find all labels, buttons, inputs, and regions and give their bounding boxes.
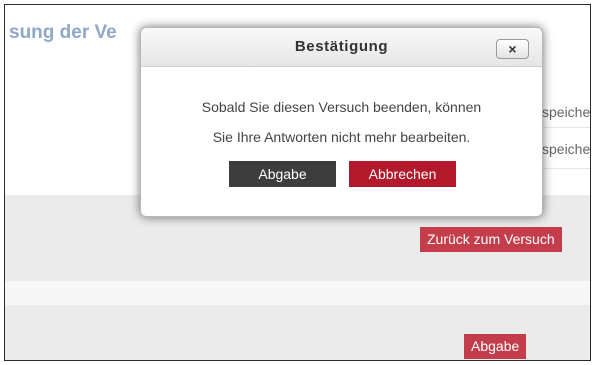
page-title: sung der Ve bbox=[9, 22, 117, 43]
dialog-message-line1: Sobald Sie diesen Versuch beenden, könne… bbox=[201, 99, 482, 115]
spacer-band bbox=[5, 281, 590, 305]
confirm-submit-button[interactable]: Abgabe bbox=[229, 161, 336, 187]
dialog-title: Bestätigung bbox=[294, 38, 389, 55]
cancel-button[interactable]: Abbrechen bbox=[349, 161, 456, 187]
divider bbox=[542, 168, 590, 169]
back-to-attempt-button[interactable]: Zurück zum Versuch bbox=[420, 227, 562, 252]
confirmation-dialog: Bestätigung × Sobald Sie diesen Versuch … bbox=[140, 27, 543, 217]
dialog-header: Bestätigung × bbox=[141, 28, 542, 67]
close-button[interactable]: × bbox=[496, 39, 529, 59]
divider bbox=[542, 127, 590, 128]
dialog-message-line2: Sie Ihre Antworten nicht mehr bearbeiten… bbox=[212, 129, 471, 145]
screenshot-frame: sung der Ve speiche speiche Zurück zum V… bbox=[4, 4, 591, 361]
side-label-save: speiche bbox=[542, 104, 591, 120]
side-label-save: speiche bbox=[542, 141, 591, 157]
submit-button[interactable]: Abgabe bbox=[464, 334, 527, 359]
close-icon: × bbox=[508, 41, 517, 57]
